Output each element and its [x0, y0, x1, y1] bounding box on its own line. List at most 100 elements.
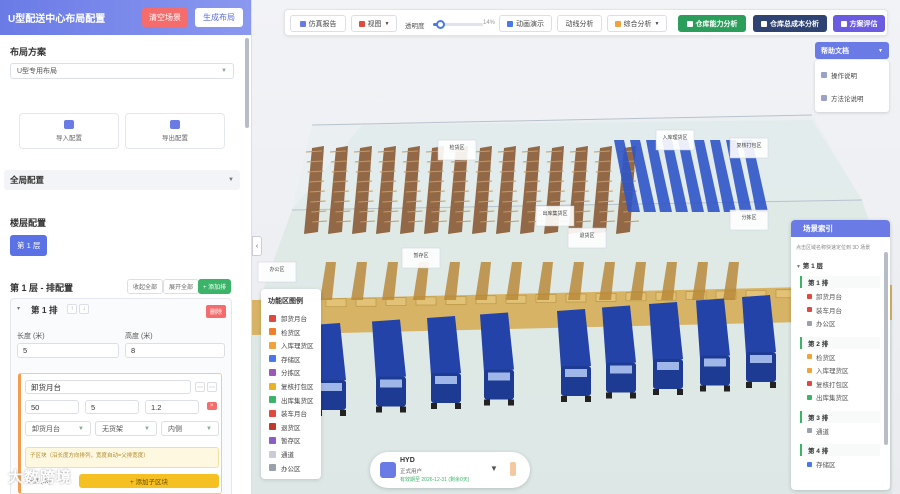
row-1-title: 第 1 排 — [31, 305, 58, 315]
more-icon-2[interactable]: ⋯ — [207, 382, 217, 392]
add-row-button[interactable]: + 添加排 — [198, 279, 232, 294]
legend-label: 存储区 — [281, 356, 301, 364]
config-panel: U型配送中心布局配置 清空场景 生成布局 布局方案 U型专用布局 ▼ 导入配置 … — [0, 0, 252, 494]
collapse-arrow-icon[interactable]: ▾ — [17, 305, 20, 312]
function-zone-legend: 功能区图例 卸货月台 检货区 入库理货区 存储区 分拣区 复核打包区 出库集货区 装车月台 退货… — [261, 289, 321, 479]
animation-button[interactable]: 动画演示 — [499, 15, 552, 32]
zone-type-select[interactable]: 卸货月台 ▼ — [25, 421, 91, 436]
scene-floor-label: 第 1 层 — [802, 263, 823, 270]
truck-wheel — [653, 389, 659, 395]
truck-window — [704, 358, 726, 367]
scene-zone-item[interactable]: 办公区 — [807, 318, 836, 328]
user-card[interactable]: HYD 正式用户 有效期至 2026-12-31 (剩余0天) ▼ — [370, 452, 530, 488]
sub-width-input[interactable]: 5 — [85, 400, 139, 414]
panel-title: U型配送中心布局配置 — [8, 14, 106, 25]
scene-zone-label: 存储区 — [816, 462, 836, 469]
scene-zone-label: 入库理货区 — [816, 368, 849, 375]
scene-zone-label: 卸货月台 — [816, 294, 842, 301]
side-select[interactable]: 内侧 ▼ — [161, 421, 219, 436]
legend-title: 功能区图例 — [268, 298, 303, 305]
legend-label: 办公区 — [281, 465, 301, 473]
scene-floor-1[interactable]: ▼ 第 1 层 — [796, 260, 823, 270]
clear-scene-button[interactable]: 清空场景 — [142, 8, 188, 27]
move-down-icon[interactable]: ↓ — [79, 304, 89, 314]
scene-row-group[interactable]: 第 3 排 — [800, 410, 880, 423]
chevron-down-icon[interactable]: ▼ — [490, 464, 498, 473]
scene-zone-item[interactable]: 复核打包区 — [807, 379, 849, 389]
shelf-type-select[interactable]: 无货架 ▼ — [95, 421, 157, 436]
sim-report-button[interactable]: 仿真报告 — [290, 15, 346, 32]
chevron-down-icon: ▼ — [878, 47, 883, 54]
comprehensive-dropdown[interactable]: 综合分析 ▼ — [607, 15, 667, 32]
truck-body — [649, 302, 683, 362]
delete-sub-icon[interactable]: × — [207, 402, 217, 410]
opacity-label: 透明度 — [405, 23, 425, 30]
sub-length-input[interactable]: 50 — [25, 400, 79, 414]
scene-zone-item[interactable]: 出库集货区 — [807, 392, 849, 402]
help-item-label: 操作说明 — [831, 73, 857, 80]
truck-window — [488, 372, 510, 381]
layout-scheme-select[interactable]: U型专用布局 ▼ — [10, 63, 234, 79]
scene-zone-item[interactable]: 卸货月台 — [807, 291, 842, 301]
import-config-button[interactable]: 导入配置 — [19, 113, 119, 149]
zone-label-text: 检货区 — [449, 144, 464, 151]
legend-swatch — [269, 464, 276, 472]
capacity-analysis-button[interactable]: 仓库能力分析 — [678, 15, 746, 32]
chart-icon — [686, 20, 693, 27]
book-icon — [821, 95, 827, 101]
total-cost-label: 仓库总成本分析 — [770, 20, 819, 28]
truck-wheel — [484, 399, 490, 406]
delete-row-button[interactable]: 删除 — [206, 305, 227, 318]
add-sub-zone-button[interactable]: + 添加子区块 — [79, 474, 219, 488]
scene-row-group[interactable]: 第 1 排 — [800, 276, 880, 288]
height-input[interactable]: 8 — [125, 343, 225, 358]
scene-index-panel: 场景索引 点击区域名称快速定位到 3D 场景 ▼ 第 1 层 第 1 排卸货月台… — [791, 220, 890, 490]
total-cost-button[interactable]: 仓库总成本分析 — [753, 15, 827, 32]
truck-wheel — [677, 389, 683, 395]
expand-all-button[interactable]: 展开全部 — [163, 279, 200, 294]
comprehensive-label: 综合分析 — [623, 20, 652, 28]
more-icon[interactable]: ⋯ — [195, 382, 205, 392]
scene-zone-item[interactable]: 入库理货区 — [807, 365, 849, 375]
zone-color-swatch — [807, 428, 812, 433]
collapse-panel-handle[interactable]: ‹ — [252, 236, 262, 256]
chevron-down-icon: ▼ — [654, 20, 660, 27]
global-config-collapse[interactable]: 全局配置 ▼ — [4, 170, 240, 190]
truck-window — [380, 379, 402, 388]
scene-zone-item[interactable]: 存储区 — [807, 459, 836, 469]
panel-body: 布局方案 U型专用布局 ▼ 导入配置 导出配置 全局配置 ▼ 楼层配置 第 1 … — [0, 35, 246, 494]
sub-height-input[interactable]: 1.2 — [145, 400, 199, 414]
collapse-all-button[interactable]: 收起全部 — [127, 279, 164, 294]
chevron-down-icon: ▼ — [796, 264, 801, 270]
length-input[interactable]: 5 — [17, 343, 119, 358]
help-doc-menu: 操作说明 方法论说明 — [815, 60, 889, 112]
legend-label: 出库集货区 — [281, 397, 314, 405]
capacity-label: 仓库能力分析 — [695, 20, 738, 28]
legend-item: 卸货月台 — [269, 313, 307, 323]
view-dropdown[interactable]: 视图 ▼ — [351, 15, 397, 32]
scene-zone-item[interactable]: 通道 — [807, 426, 829, 436]
export-config-button[interactable]: 导出配置 — [125, 113, 225, 149]
truck-body — [372, 319, 406, 380]
scene-row-group[interactable]: 第 4 排 — [800, 444, 880, 456]
scheme-eval-button[interactable]: 方案评估 — [833, 15, 885, 32]
scene-zone-item[interactable]: 装车月台 — [807, 305, 842, 315]
help-item-operation[interactable]: 操作说明 — [821, 70, 857, 80]
sub-zone-name-input[interactable]: 卸货月台 — [25, 380, 191, 394]
move-up-icon[interactable]: ↑ — [67, 304, 77, 314]
help-item-methodology[interactable]: 方法论说明 — [821, 93, 864, 103]
flow-analysis-button[interactable]: 动线分析 — [557, 15, 602, 32]
floor-1-button[interactable]: 第 1 层 — [10, 235, 48, 256]
generate-layout-button[interactable]: 生成布局 — [195, 8, 243, 27]
chevron-down-icon: ▼ — [228, 177, 234, 183]
help-doc-dropdown[interactable]: 帮助文档 ▼ — [815, 42, 889, 59]
chevron-down-icon: ▼ — [144, 425, 150, 432]
row-config-title: 第 1 层 - 排配置 — [10, 283, 74, 293]
opacity-slider[interactable] — [433, 20, 483, 29]
truck-wheel — [561, 396, 567, 402]
opacity-slider-knob[interactable] — [436, 20, 445, 29]
scene-row-group[interactable]: 第 2 排 — [800, 336, 880, 349]
eval-icon — [840, 20, 847, 27]
scene-zone-item[interactable]: 检货区 — [807, 352, 836, 362]
scene-index-scrollbar[interactable] — [884, 252, 888, 445]
